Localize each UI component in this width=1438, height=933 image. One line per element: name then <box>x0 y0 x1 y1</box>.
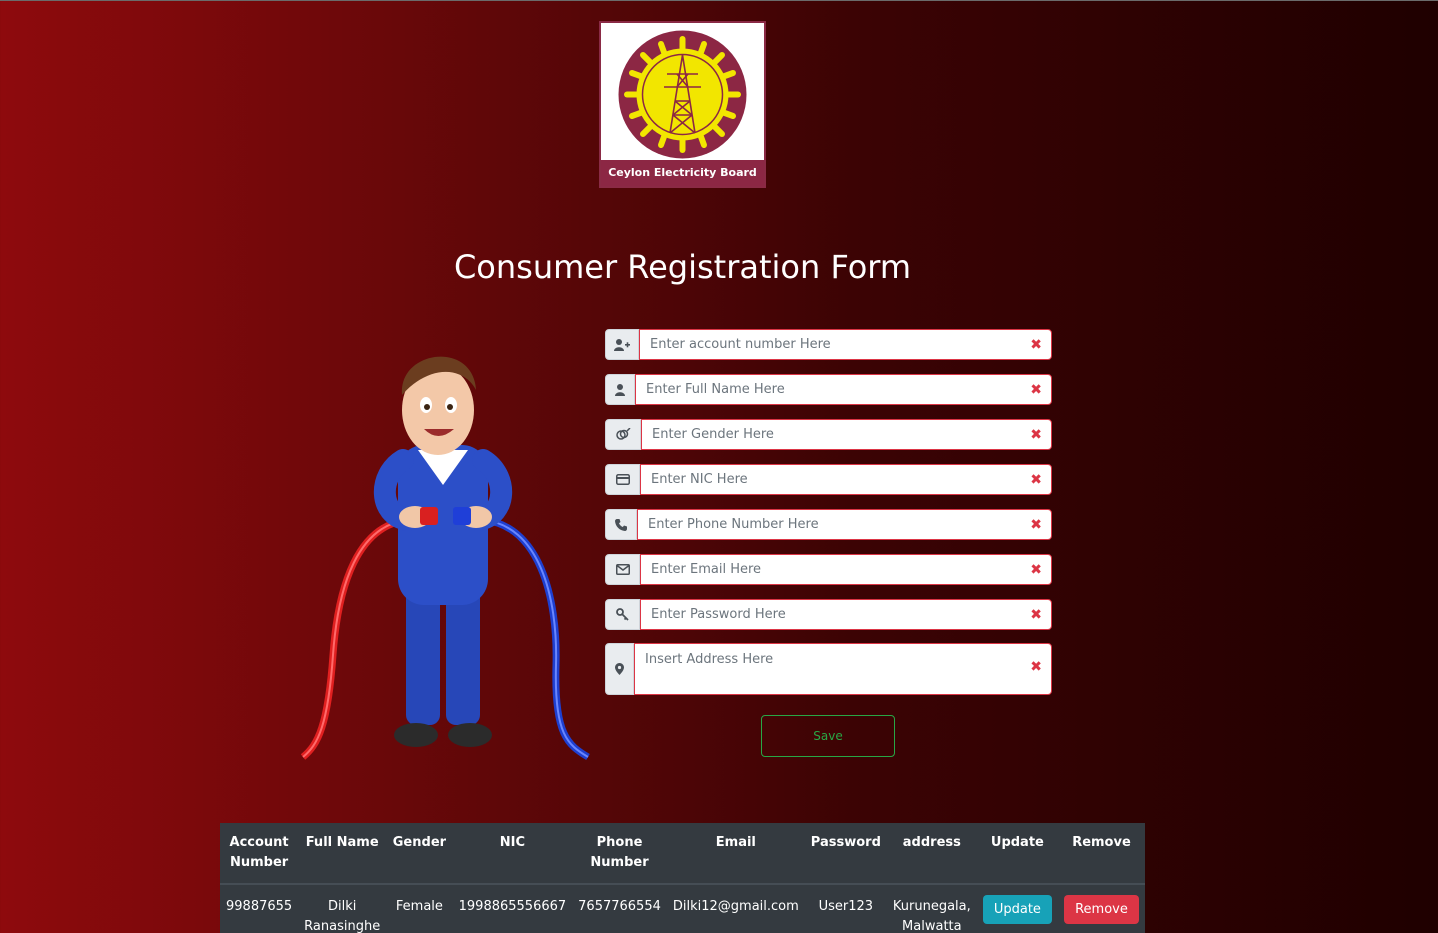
col-address: address <box>886 823 977 885</box>
clear-icon[interactable]: ✖ <box>1030 517 1042 533</box>
full-name-field: ✖ <box>605 374 1052 405</box>
user-plus-icon <box>605 329 639 360</box>
map-pin-icon <box>605 643 634 695</box>
full-name-input[interactable] <box>635 374 1052 405</box>
col-email: Email <box>666 823 805 885</box>
col-remove: Remove <box>1058 823 1145 885</box>
gender-input[interactable] <box>641 419 1052 450</box>
col-gender: Gender <box>386 823 453 885</box>
ceb-logo: Ceylon Electricity Board <box>599 21 766 188</box>
credit-card-icon <box>605 464 640 495</box>
col-account-number: Account Number <box>220 823 299 885</box>
clear-icon[interactable]: ✖ <box>1030 427 1042 443</box>
top-border <box>0 0 1438 1</box>
col-nic: NIC <box>452 823 573 885</box>
col-full-name: Full Name <box>298 823 387 885</box>
password-field: ✖ <box>605 599 1052 630</box>
address-textarea[interactable] <box>634 643 1052 695</box>
clear-icon[interactable]: ✖ <box>1030 607 1042 623</box>
nic-input[interactable] <box>640 464 1052 495</box>
clear-icon[interactable]: ✖ <box>1030 472 1042 488</box>
envelope-icon <box>605 554 640 585</box>
email-field: ✖ <box>605 554 1052 585</box>
col-password: Password <box>804 823 887 885</box>
key-icon <box>605 599 640 630</box>
gender-field: ✖ <box>605 419 1052 450</box>
remove-button[interactable]: Remove <box>1064 895 1139 924</box>
consumers-table-wrapper: Account Number Full Name Gender NIC Phon… <box>220 823 1145 933</box>
nic-field: ✖ <box>605 464 1052 495</box>
page-title: Consumer Registration Form <box>453 248 912 286</box>
email-input[interactable] <box>640 554 1052 585</box>
password-input[interactable] <box>640 599 1052 630</box>
clear-icon[interactable]: ✖ <box>1030 337 1042 353</box>
sun-tower-emblem <box>618 30 747 159</box>
update-button[interactable]: Update <box>982 895 1052 924</box>
col-phone-number: Phone Number <box>572 823 667 885</box>
electrician-illustration <box>300 356 590 761</box>
clear-icon[interactable]: ✖ <box>1030 562 1042 578</box>
logo-org-name: Ceylon Electricity Board <box>601 160 764 186</box>
col-update: Update <box>976 823 1058 885</box>
clear-icon[interactable]: ✖ <box>1030 382 1042 398</box>
phone-input[interactable] <box>637 509 1052 540</box>
table-header-row: Account Number Full Name Gender NIC Phon… <box>220 823 1145 885</box>
consumers-table: Account Number Full Name Gender NIC Phon… <box>220 823 1145 933</box>
gender-icon <box>605 419 641 450</box>
account-number-field: ✖ <box>605 329 1052 360</box>
address-field: ✖ <box>605 643 1052 695</box>
phone-field: ✖ <box>605 509 1052 540</box>
clear-icon[interactable]: ✖ <box>1030 659 1042 675</box>
phone-icon <box>605 509 637 540</box>
user-icon <box>605 374 635 405</box>
save-button[interactable]: Save <box>761 715 895 757</box>
account-number-input[interactable] <box>639 329 1052 360</box>
